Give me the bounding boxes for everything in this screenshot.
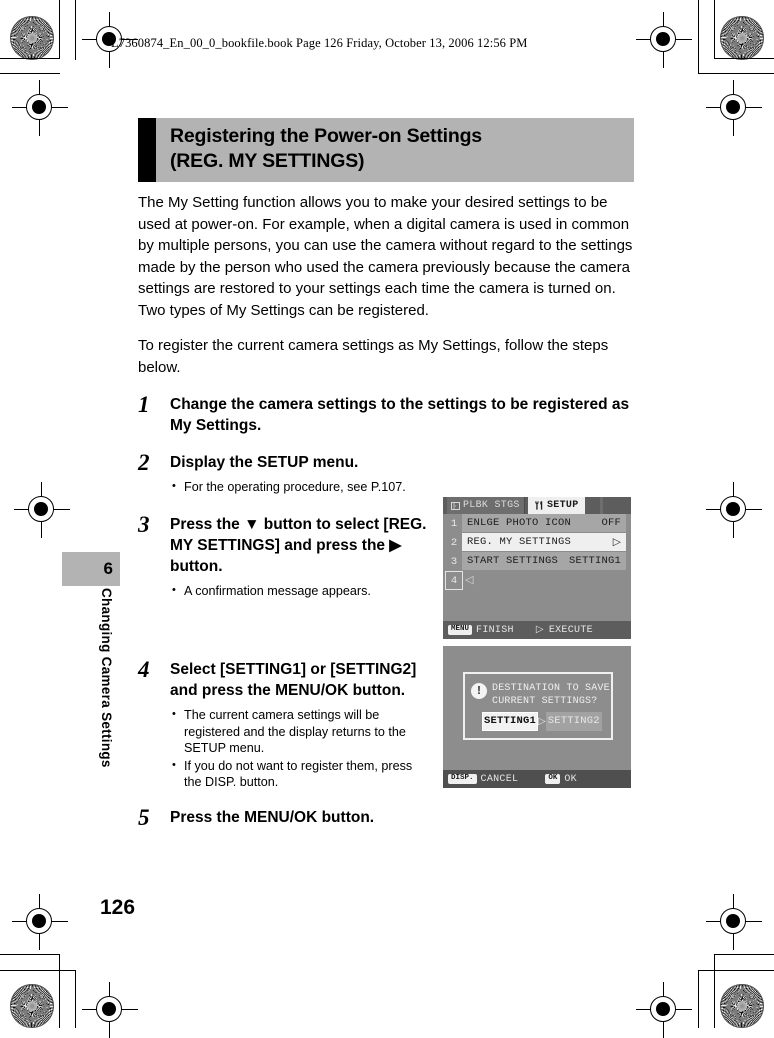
title-accent-bar — [138, 118, 156, 182]
step-number: 4 — [138, 657, 150, 682]
lead-paragraph: To register the current camera settings … — [138, 337, 609, 376]
page-number: 126 — [100, 896, 136, 919]
lcd-footer-bar-2: DISP. CANCEL OK OK — [443, 770, 631, 788]
page-title-line1: Registering the Power-on Settings — [170, 125, 482, 147]
step-text: Display the SETUP menu. — [170, 454, 359, 471]
section-title-bar: Registering the Power-on Settings (REG. … — [138, 118, 634, 182]
lcd-choice-setting1[interactable]: SETTING1 — [482, 712, 539, 731]
lcd-dialog-message-line2: CURRENT SETTINGS? — [492, 696, 598, 707]
lcd-footer-right-label: EXECUTE — [548, 624, 593, 636]
step-bullets: For the operating procedure, see P.107. — [170, 478, 638, 496]
lcd-scroll-left-arrow-icon: ◁ — [465, 575, 474, 587]
lcd-row-index: 3 — [450, 555, 458, 568]
bullet-item: If you do not want to register them, pre… — [170, 757, 432, 791]
lcd-confirm-dialog-screenshot: ! DESTINATION TO SAVE CURRENT SETTINGS? … — [443, 646, 631, 788]
step-text: Change the camera settings to the settin… — [170, 396, 630, 434]
intro-paragraph-2: Two types of My Settings can be register… — [138, 301, 429, 319]
lcd-footer-bar: MENU FINISH ▷ EXECUTE — [443, 621, 631, 639]
lcd-menu-row-value: ▷ — [612, 536, 621, 549]
lcd-menu-row: ENLGE PHOTO ICON OFF — [462, 514, 626, 533]
bullet-item: For the operating procedure, see P.107. — [170, 478, 638, 496]
warning-icon: ! — [471, 683, 487, 699]
lcd-menu-row-value: OFF — [601, 517, 621, 529]
lcd-dialog-message: DESTINATION TO SAVE CURRENT SETTINGS? — [492, 682, 610, 708]
lcd-menu-row-value: SETTING1 — [568, 555, 621, 567]
step-text: Press the ▼ button to select [REG. MY SE… — [170, 515, 427, 575]
lcd-tab-playback-settings: PLBK STGS — [447, 497, 525, 514]
step-2: 2 Display the SETUP menu. For the operat… — [138, 450, 638, 496]
step-bullets: The current camera settings will be regi… — [170, 706, 432, 791]
lcd-dialog-area: ! DESTINATION TO SAVE CURRENT SETTINGS? … — [443, 646, 631, 770]
tools-icon — [534, 501, 544, 510]
lcd-row-index-4: 4 — [445, 571, 463, 590]
step-text: Press the MENU/OK button. — [170, 808, 375, 826]
step-1: 1 Change the camera settings to the sett… — [138, 392, 638, 436]
lcd-choice-setting2[interactable]: SETTING2 — [545, 712, 602, 731]
chevron-right-icon: ▷ — [538, 716, 546, 728]
step-text: Select [SETTING1] or [SETTING2] and pres… — [170, 661, 417, 699]
lcd-menu-row-label: ENLGE PHOTO ICON — [467, 517, 572, 529]
step-bullets: A confirmation message appears. — [170, 582, 432, 600]
lcd-dialog-box: ! DESTINATION TO SAVE CURRENT SETTINGS? … — [463, 672, 613, 740]
step-number: 2 — [138, 450, 150, 475]
print-header-text: L7360874_En_00_0_bookfile.book Page 126 … — [111, 36, 528, 50]
lcd-menu-row-label: REG. MY SETTINGS — [467, 536, 572, 548]
lcd-menu-row: START SETTINGS SETTING1 — [462, 552, 626, 571]
chapter-tab: 6 — [62, 552, 120, 586]
step-number: 3 — [138, 511, 150, 537]
page-title-line2: (REG. MY SETTINGS) — [170, 150, 365, 172]
lcd-tab-strip: PLBK STGS SETUP — [443, 497, 631, 514]
step-number: 5 — [138, 804, 150, 830]
playback-icon — [451, 501, 460, 510]
lcd-tab-strip-end — [600, 497, 603, 514]
chapter-label-text: Changing Camera Settings — [99, 588, 114, 768]
lcd-menu-row-selected: REG. MY SETTINGS ▷ — [462, 533, 626, 552]
chapter-number: 6 — [103, 559, 113, 578]
chapter-label: Changing Camera Settings — [62, 586, 120, 836]
lcd-row-index: 2 — [450, 536, 458, 549]
lcd-tab-playback-label: PLBK STGS — [463, 500, 520, 511]
lcd-footer-ok-label: OK — [564, 773, 577, 785]
lcd-dialog-message-line1: DESTINATION TO SAVE — [492, 683, 610, 694]
manual-page: L7360874_En_00_0_bookfile.book Page 126 … — [0, 0, 774, 1028]
disp-key-icon: DISP. — [448, 774, 477, 784]
lcd-footer-left-label: FINISH — [476, 624, 514, 636]
lcd-menu-row-label: START SETTINGS — [467, 555, 559, 567]
lcd-tab-setup: SETUP — [528, 497, 585, 514]
intro-paragraph: The My Setting function allows you to ma… — [138, 194, 633, 297]
lcd-footer-cancel-label: CANCEL — [480, 773, 519, 785]
lcd-footer-right-key-icon: ▷ — [535, 625, 544, 636]
lcd-row-index: 1 — [450, 517, 458, 530]
lcd-menu-body: 1 ENLGE PHOTO ICON OFF 2 REG. MY SETTING… — [443, 514, 631, 618]
lcd-setup-menu-screenshot: PLBK STGS SETUP 1 ENLGE PHOTO ICON OFF 2… — [443, 497, 631, 639]
menu-key-icon: MENU — [448, 625, 473, 635]
lcd-tab-setup-label: SETUP — [547, 500, 579, 511]
lcd-dialog-choices: SETTING1 ▷ SETTING2 — [482, 712, 602, 731]
step-number: 1 — [138, 392, 150, 417]
page-title: Registering the Power-on Settings (REG. … — [170, 124, 630, 174]
step-5: 5 Press the MENU/OK button. — [138, 804, 638, 830]
bullet-item: A confirmation message appears. — [170, 582, 432, 600]
ok-key-icon: OK — [545, 774, 561, 784]
bullet-item: The current camera settings will be regi… — [170, 706, 432, 757]
